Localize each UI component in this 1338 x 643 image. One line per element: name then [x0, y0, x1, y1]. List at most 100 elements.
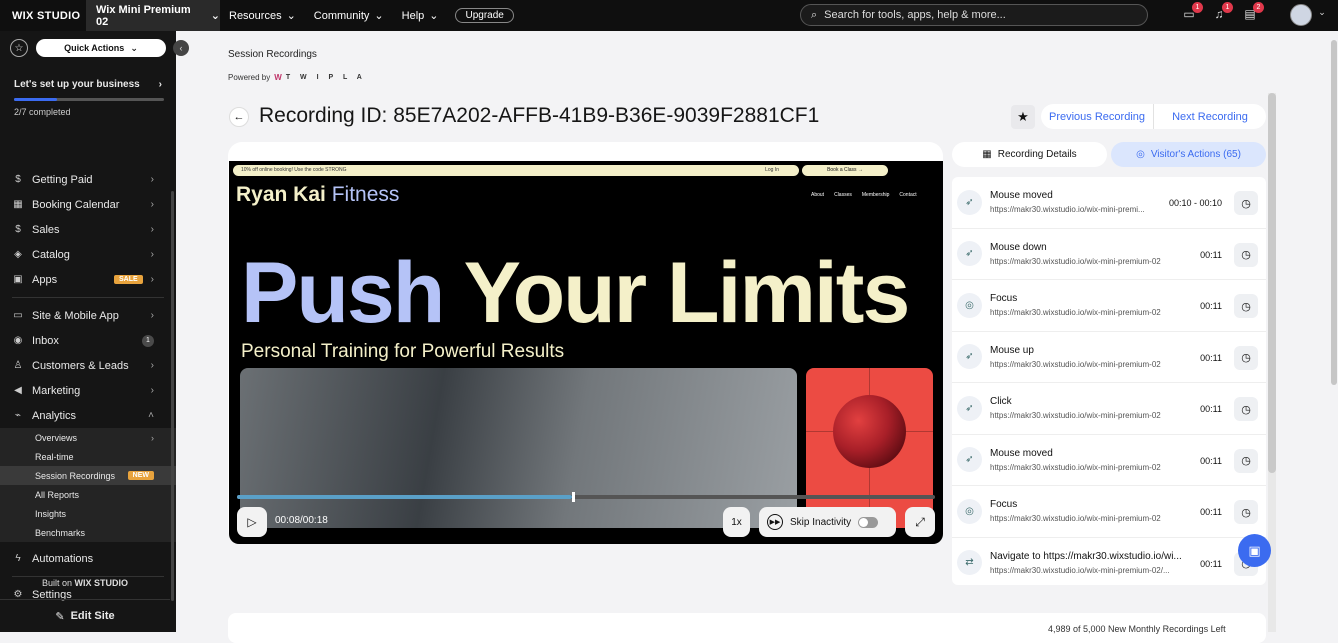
jump-to-time-button[interactable]: ◷ [1234, 294, 1258, 318]
chat-icon[interactable]: ▭ 1 [1181, 2, 1203, 23]
action-row[interactable]: ➶ Mouse up https://makr30.wixstudio.io/wix… [952, 332, 1266, 383]
chevron-down-icon: ⌄ [429, 10, 439, 22]
book-class-label: Book a Class [827, 167, 857, 173]
chevron-right-icon: › [150, 199, 154, 210]
tab-visitors-actions[interactable]: ◎ Visitor's Actions (65) [1111, 142, 1266, 167]
action-url: https://makr30.wixstudio.io/wix-mini-pre… [990, 205, 1145, 215]
built-on-label: Built on WIX STUDIO [0, 578, 170, 588]
promo-text: 10% off online booking! Use the code STR… [241, 167, 347, 173]
jump-to-time-button[interactable]: ◷ [1234, 345, 1258, 370]
search-placeholder: Search for tools, apps, help & more... [824, 9, 1006, 21]
calendar-icon: ▦ [13, 199, 23, 210]
tab-recording-details[interactable]: ▦ Recording Details [952, 142, 1107, 167]
skip-icon: ▶▶ [767, 514, 783, 530]
section-title: Session Recordings [228, 49, 317, 60]
chevron-right-icon: › [150, 274, 154, 285]
action-row[interactable]: ◎ Focus https://makr30.wixstudio.io/wix-mi… [952, 280, 1266, 332]
inbox-icon[interactable]: ▤ 2 [1242, 2, 1264, 23]
recordings-quota: 4,989 of 5,000 New Monthly Recordings Le… [1048, 624, 1226, 634]
sidebar-subitem-label: Insights [35, 508, 67, 519]
sidebar-item-customers-leads[interactable]: ♙ Customers & Leads › [0, 353, 176, 378]
clock-icon: ◷ [1241, 197, 1251, 210]
sidebar-scrollbar[interactable] [171, 191, 174, 601]
visitor-actions-list: ➶ Mouse moved https://makr30.wixstudio.io/… [952, 177, 1266, 585]
edit-site-button[interactable]: ✎ Edit Site [0, 599, 170, 632]
nav-community[interactable]: Community ⌄ [305, 9, 393, 23]
dollar-icon: $ [15, 174, 21, 185]
collapse-sidebar-button[interactable]: ‹ [173, 40, 189, 56]
nav-label: Resources [229, 9, 282, 22]
jump-to-time-button[interactable]: ◷ [1234, 191, 1258, 215]
sidebar-subitem-session-recordings[interactable]: Session Recordings NEW [0, 466, 176, 485]
skip-inactivity-toggle[interactable]: ▶▶ Skip Inactivity [759, 507, 896, 537]
jump-to-time-button[interactable]: ◷ [1234, 397, 1258, 421]
action-row[interactable]: ➶ Mouse down https://makr30.wixstudio.io/w… [952, 229, 1266, 280]
sidebar-item-apps[interactable]: ▣ Apps SALE › [0, 267, 176, 292]
sidebar: ☆ Quick Actions ⌄ Let's set up your busi… [0, 31, 176, 632]
upgrade-button[interactable]: Upgrade [455, 8, 514, 23]
sidebar-item-analytics[interactable]: ⌁ Analytics ˄ [0, 403, 176, 428]
actions-scrollbar-thumb[interactable] [1268, 93, 1276, 473]
previous-recording-button[interactable]: Previous Recording [1041, 104, 1154, 129]
support-chat-button[interactable]: ▣ [1238, 534, 1271, 567]
jump-to-time-button[interactable]: ◷ [1234, 448, 1258, 473]
skip-inactivity-label: Skip Inactivity [790, 516, 852, 528]
player-controls: ▷ 00:08/00:18 1x ▶▶ Skip Inactivity ⤢ [229, 506, 943, 544]
action-row[interactable]: ➶ Mouse moved https://makr30.wixstudio.io/… [952, 177, 1266, 229]
favorite-button[interactable]: ★ [1011, 105, 1035, 129]
tag-icon: ◈ [14, 249, 22, 260]
wix-studio-logo[interactable]: WIX STUDIO [0, 10, 86, 22]
site-nav-item: Membership [861, 192, 890, 198]
tab-label: Visitor's Actions (65) [1150, 149, 1241, 160]
site-selector[interactable]: Wix Mini Premium 02 ⌄ [86, 0, 220, 31]
fullscreen-button[interactable]: ⤢ [905, 507, 935, 537]
toggle-switch[interactable] [858, 516, 879, 528]
jump-to-time-button[interactable]: ◷ [1234, 500, 1258, 524]
sidebar-item-booking-calendar[interactable]: ▦ Booking Calendar › [0, 192, 176, 217]
quick-actions-button[interactable]: Quick Actions ⌄ [36, 39, 166, 57]
page-scrollbar[interactable] [1331, 40, 1337, 385]
chevron-right-icon: › [150, 224, 154, 235]
sidebar-item-site-mobile-app[interactable]: ▭ Site & Mobile App › [0, 303, 176, 328]
recording-player[interactable]: 10% off online booking! Use the code STR… [229, 161, 943, 544]
search-input[interactable]: ⌕ Search for tools, apps, help & more... [800, 4, 1148, 26]
sidebar-item-getting-paid[interactable]: $ Getting Paid › [0, 167, 176, 192]
sidebar-item-inbox[interactable]: ◉ Inbox 1 [0, 328, 176, 353]
action-row[interactable]: ➶ Mouse moved https://makr30.wixstudio.io/… [952, 435, 1266, 486]
action-url: https://makr30.wixstudio.io/wix-mini-pre… [990, 411, 1161, 421]
timeline-handle[interactable] [572, 492, 576, 502]
play-button[interactable]: ▷ [237, 507, 267, 537]
chevron-right-icon: › [158, 79, 162, 90]
next-recording-button[interactable]: Next Recording [1154, 104, 1266, 129]
action-row[interactable]: ➶ Click https://makr30.wixstudio.io/wix-mi… [952, 383, 1266, 435]
sidebar-subitem-label: Real-time [35, 451, 74, 462]
hero-word-push: Push [241, 245, 445, 341]
sidebar-subitem-overviews[interactable]: Overviews › [0, 428, 176, 447]
sidebar-subitem-all-reports[interactable]: All Reports [0, 485, 176, 504]
nav-label: Community [313, 9, 370, 22]
action-row[interactable]: ⇄ Navigate to https://makr30.wixstudio.io… [952, 538, 1266, 586]
nav-help[interactable]: Help ⌄ [393, 9, 448, 23]
sidebar-item-sales[interactable]: $ Sales › [0, 217, 176, 242]
speed-button[interactable]: 1x [723, 507, 750, 537]
playback-timeline[interactable] [237, 492, 935, 502]
login-link: Log In [765, 167, 779, 173]
pencil-icon: ✎ [55, 610, 65, 623]
sidebar-item-marketing[interactable]: ◀ Marketing › [0, 378, 176, 403]
sidebar-subitem-benchmarks[interactable]: Benchmarks [0, 523, 176, 542]
action-title: Mouse down [990, 241, 1047, 253]
nav-resources[interactable]: Resources ⌄ [220, 9, 305, 23]
sidebar-item-automations[interactable]: ϟ Automations [0, 546, 176, 571]
sidebar-item-catalog[interactable]: ◈ Catalog › [0, 242, 176, 267]
back-button[interactable]: ← [229, 107, 249, 127]
sidebar-subitem-real-time[interactable]: Real-time [0, 447, 176, 466]
chevron-down-icon[interactable]: ⌄ [1314, 7, 1330, 23]
setup-progress-card[interactable]: Let's set up your business › 2/7 complete… [0, 65, 176, 159]
star-icon[interactable]: ☆ [10, 39, 28, 57]
avatar[interactable] [1290, 4, 1312, 26]
sale-badge: SALE [113, 275, 143, 284]
jump-to-time-button[interactable]: ◷ [1234, 242, 1258, 267]
sidebar-subitem-insights[interactable]: Insights [0, 504, 176, 523]
bell-icon[interactable]: ♫ 1 [1211, 2, 1233, 23]
action-row[interactable]: ◎ Focus https://makr30.wixstudio.io/wix-mi… [952, 486, 1266, 538]
